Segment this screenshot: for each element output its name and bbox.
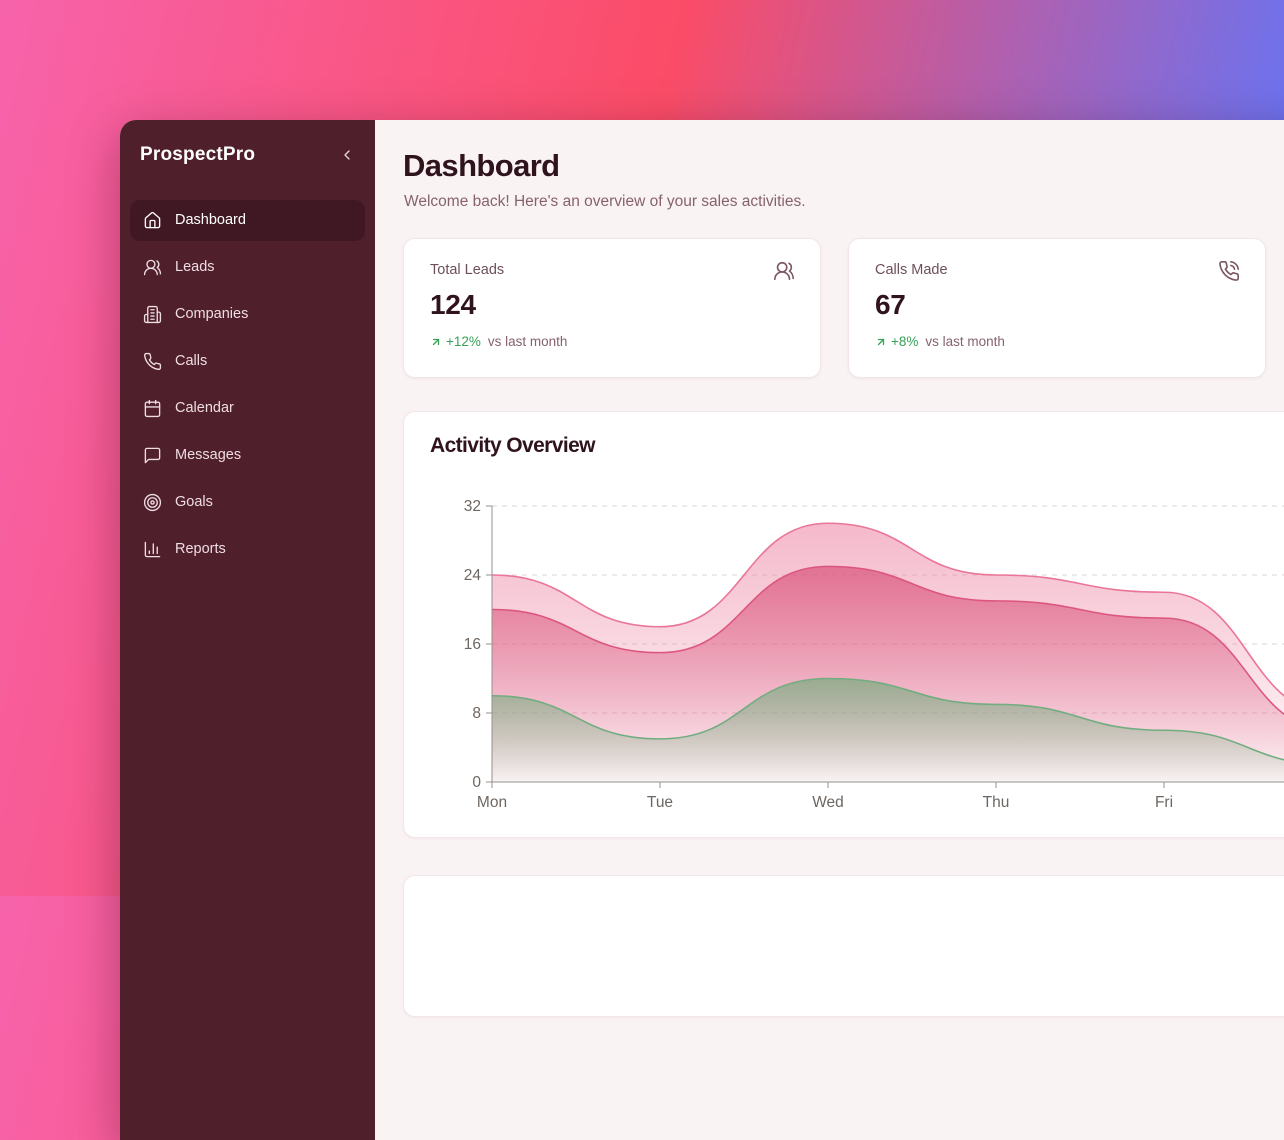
sidebar-item-label: Goals bbox=[175, 495, 213, 510]
next-section-card-partial bbox=[403, 875, 1284, 1017]
stats-row: Total Leads124+12%vs last monthCalls Mad… bbox=[403, 238, 1284, 378]
sidebar-item-goals[interactable]: Goals bbox=[130, 482, 365, 523]
page-title: Dashboard bbox=[403, 148, 1284, 184]
sidebar-item-label: Leads bbox=[175, 260, 215, 275]
sidebar-item-companies[interactable]: Companies bbox=[130, 294, 365, 335]
stat-label: Calls Made bbox=[875, 262, 1239, 278]
y-axis-tick-label: 16 bbox=[464, 636, 481, 653]
sidebar-item-label: Calendar bbox=[175, 401, 234, 416]
target-icon bbox=[143, 493, 162, 512]
sidebar-nav: Dashboard Leads Companies Calls Calendar Mess… bbox=[130, 200, 365, 570]
stat-card-icon-wrap bbox=[773, 260, 795, 287]
sidebar-item-leads[interactable]: Leads bbox=[130, 247, 365, 288]
users-icon bbox=[773, 260, 795, 282]
y-axis-tick-label: 24 bbox=[464, 567, 482, 584]
x-axis-tick-label: Wed bbox=[812, 794, 844, 811]
chart-column-icon bbox=[143, 540, 162, 559]
phone-icon bbox=[143, 352, 162, 371]
x-axis-tick-label: Thu bbox=[983, 794, 1010, 811]
x-axis-tick-label: Mon bbox=[477, 794, 507, 811]
sidebar-collapse-button[interactable] bbox=[337, 145, 357, 165]
stat-trend: +8% vs last month bbox=[875, 334, 1239, 349]
sidebar-item-dashboard[interactable]: Dashboard bbox=[130, 200, 365, 241]
stat-card-icon-wrap bbox=[1218, 260, 1240, 287]
chart-title: Activity Overview bbox=[430, 434, 1284, 458]
sidebar-item-label: Calls bbox=[175, 354, 207, 369]
x-axis-tick-label: Fri bbox=[1155, 794, 1173, 811]
sidebar-item-calendar[interactable]: Calendar bbox=[130, 388, 365, 429]
page-subtitle: Welcome back! Here's an overview of your… bbox=[404, 193, 1284, 211]
sidebar-item-reports[interactable]: Reports bbox=[130, 529, 365, 570]
calendar-icon bbox=[143, 399, 162, 418]
stat-value: 124 bbox=[430, 289, 794, 321]
brand-logo: ProspectPro bbox=[140, 144, 255, 166]
stat-card-calls-made: Calls Made 67 +8% vs last month bbox=[848, 238, 1266, 378]
sidebar-item-label: Dashboard bbox=[175, 213, 246, 228]
phone-call-icon bbox=[1218, 260, 1240, 282]
chevron-left-icon bbox=[339, 147, 355, 163]
arrow-up-right-icon bbox=[875, 336, 887, 348]
sidebar-item-label: Companies bbox=[175, 307, 248, 322]
users-icon bbox=[143, 258, 162, 277]
stat-value: 67 bbox=[875, 289, 1239, 321]
trend-percent: +8% bbox=[891, 334, 918, 349]
sidebar-item-calls[interactable]: Calls bbox=[130, 341, 365, 382]
main-content: Dashboard Welcome back! Here's an overvi… bbox=[375, 120, 1284, 1140]
stat-label: Total Leads bbox=[430, 262, 794, 278]
activity-chart: 08162432MonTueWedThuFriSat bbox=[430, 472, 1284, 816]
trend-percent: +12% bbox=[446, 334, 481, 349]
sidebar-item-label: Messages bbox=[175, 448, 241, 463]
trend-delta: +12% bbox=[430, 334, 481, 349]
y-axis-tick-label: 8 bbox=[472, 705, 481, 722]
x-axis-tick-label: Tue bbox=[647, 794, 673, 811]
stat-card-total-leads: Total Leads 124 +12% vs last month bbox=[403, 238, 821, 378]
message-square-icon bbox=[143, 446, 162, 465]
y-axis-tick-label: 32 bbox=[464, 498, 481, 515]
sidebar-item-messages[interactable]: Messages bbox=[130, 435, 365, 476]
building-icon bbox=[143, 305, 162, 324]
activity-overview-card: Activity Overview 0 8 16 24 32 Mon Tue Wed Thu Fr… bbox=[403, 411, 1284, 838]
app-window: ProspectPro Dashboard Leads Companies Calls… bbox=[120, 120, 1284, 1140]
trend-delta: +8% bbox=[875, 334, 918, 349]
trend-note: vs last month bbox=[925, 334, 1005, 349]
sidebar: ProspectPro Dashboard Leads Companies Calls… bbox=[120, 120, 375, 1140]
y-axis-tick-label: 0 bbox=[472, 774, 481, 791]
arrow-up-right-icon bbox=[430, 336, 442, 348]
sidebar-item-label: Reports bbox=[175, 542, 226, 557]
sidebar-header: ProspectPro bbox=[130, 144, 365, 166]
trend-note: vs last month bbox=[488, 334, 568, 349]
stat-trend: +12% vs last month bbox=[430, 334, 794, 349]
home-icon bbox=[143, 211, 162, 230]
